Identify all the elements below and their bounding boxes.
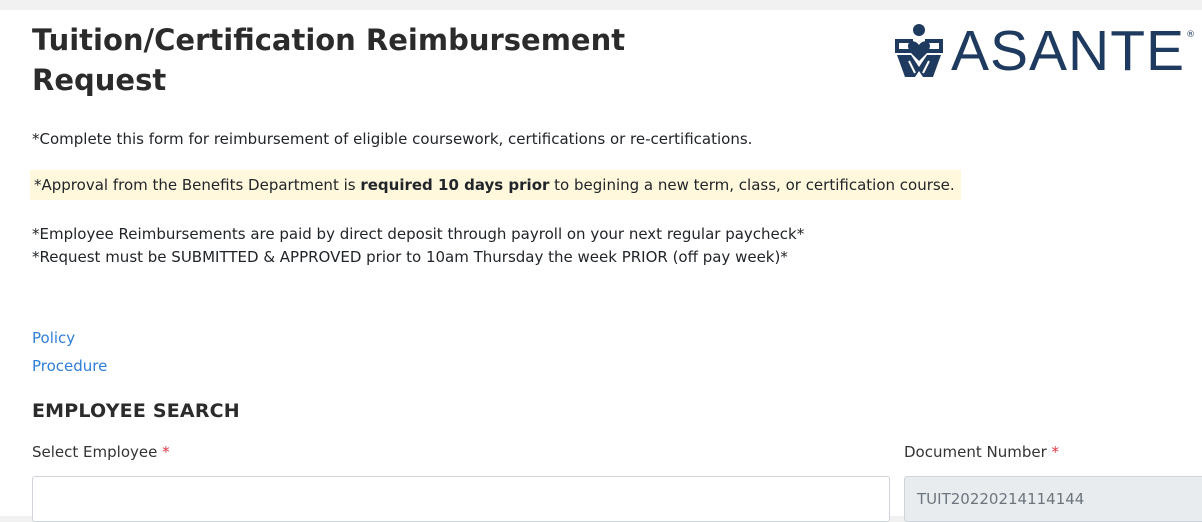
approval-notice: *Approval from the Benefits Department i… (30, 170, 961, 200)
asante-logo: ASANTE ® (893, 18, 1195, 84)
logo-wordmark: ASANTE (951, 19, 1186, 83)
required-marker: * (1051, 443, 1060, 461)
approval-notice-emphasis: required 10 days prior (360, 176, 550, 194)
registered-mark: ® (1186, 30, 1196, 40)
employee-search-heading: EMPLOYEE SEARCH (32, 400, 240, 422)
asante-logo-icon (895, 24, 943, 77)
document-number-field: TUIT20220214114144 (904, 476, 1202, 522)
approval-notice-prefix: *Approval from the Benefits Department i… (34, 176, 361, 194)
procedure-link[interactable]: Procedure (32, 355, 107, 377)
deadline-note: *Request must be SUBMITTED & APPROVED pr… (32, 248, 788, 266)
required-marker: * (162, 443, 170, 461)
policy-link[interactable]: Policy (32, 327, 75, 349)
document-number-label: Document Number * (904, 441, 1059, 463)
approval-notice-suffix: to begining a new term, class, or certif… (549, 176, 955, 194)
select-employee-input[interactable] (32, 476, 890, 522)
payment-note: *Employee Reimbursements are paid by dir… (32, 225, 805, 243)
select-employee-label: Select Employee * (32, 441, 170, 463)
form-page: Tuition/Certification Reimbursement Requ… (0, 10, 1202, 522)
select-employee-label-text: Select Employee (32, 443, 158, 461)
document-number-label-text: Document Number (904, 443, 1047, 461)
instruction-note: *Complete this form for reimbursement of… (32, 130, 753, 148)
page-title: Tuition/Certification Reimbursement Requ… (32, 23, 626, 97)
